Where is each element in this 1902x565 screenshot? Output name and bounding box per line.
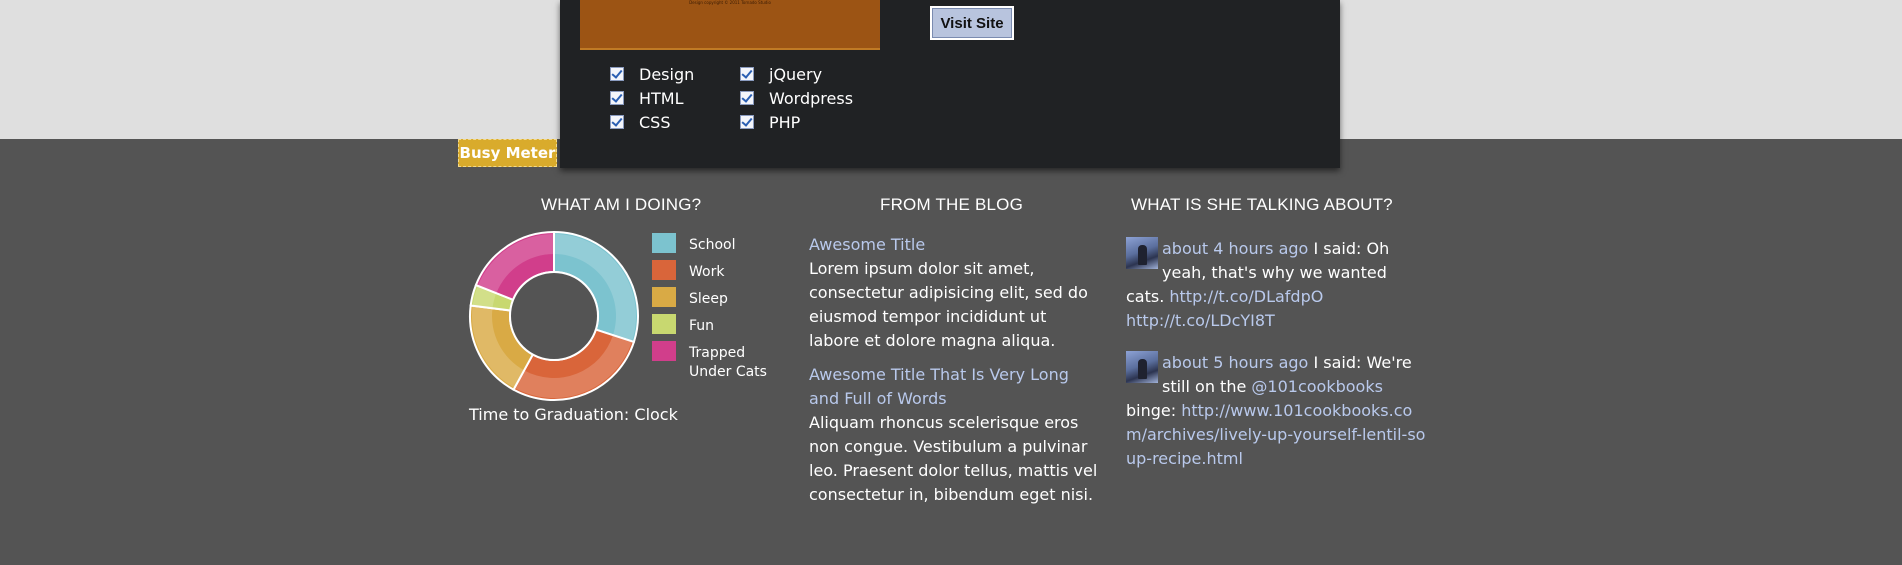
- tweet-text: binge:: [1126, 401, 1177, 420]
- skill-item: PHP: [740, 110, 853, 134]
- legend-label: Work: [689, 264, 725, 280]
- tweet: about 4 hours ago I said: Oh yeah, that'…: [1126, 237, 1426, 333]
- tweet-link[interactable]: http://t.co/DLafdpO: [1169, 287, 1323, 306]
- legend-label: Trapped Under Cats: [689, 345, 767, 380]
- skill-item: jQuery: [740, 62, 853, 86]
- checkbox-icon: [610, 91, 624, 105]
- blog-post-excerpt: Lorem ipsum dolor sit amet, consectetur …: [809, 259, 1088, 350]
- preview-caption: Design copyright © 2011 Tornado Studio: [689, 0, 771, 5]
- legend-item: Trapped Under Cats: [652, 341, 769, 382]
- checkbox-icon: [610, 67, 624, 81]
- legend-swatch: [652, 287, 676, 307]
- skill-label: HTML: [639, 88, 684, 108]
- legend-swatch: [652, 314, 676, 334]
- blog-post-excerpt: Aliquam rhoncus scelerisque eros non con…: [809, 413, 1098, 504]
- tweets-title: What is she talking about?: [1131, 195, 1393, 214]
- mention-link[interactable]: @101cookbooks: [1251, 377, 1383, 396]
- tweet-timestamp-link[interactable]: about 5 hours ago: [1162, 353, 1308, 372]
- busy-meter-tab[interactable]: Busy Meter: [458, 139, 557, 167]
- skill-item: HTML: [610, 86, 694, 110]
- legend-item: School: [652, 233, 769, 255]
- checkbox-icon: [610, 115, 624, 129]
- avatar[interactable]: [1126, 351, 1158, 383]
- skill-label: PHP: [769, 112, 801, 132]
- time-donut-chart: [469, 230, 639, 401]
- legend-item: Work: [652, 260, 769, 282]
- legend-item: Fun: [652, 314, 769, 336]
- doing-title: What am I doing?: [541, 195, 702, 214]
- skill-item: CSS: [610, 110, 694, 134]
- blog-post-title[interactable]: Awesome Title That Is Very Long and Full…: [809, 363, 1099, 411]
- blog-title: From the Blog: [880, 195, 1024, 214]
- skill-item: Wordpress: [740, 86, 853, 110]
- avatar[interactable]: [1126, 237, 1158, 269]
- blog-post-title[interactable]: Awesome Title: [809, 233, 1099, 257]
- checkbox-icon: [740, 115, 754, 129]
- tweet-said: I said:: [1313, 239, 1362, 258]
- portfolio-item-panel: Design copyright © 2011 Tornado Studio V…: [560, 0, 1340, 168]
- visit-site-button[interactable]: Visit Site: [930, 6, 1014, 40]
- blog-posts: Awesome Title Lorem ipsum dolor sit amet…: [809, 233, 1099, 517]
- skill-label: jQuery: [769, 64, 823, 84]
- tweet-timestamp-link[interactable]: about 4 hours ago: [1162, 239, 1308, 258]
- skill-label: Design: [639, 64, 695, 84]
- legend-swatch: [652, 233, 676, 253]
- legend-label: Fun: [689, 318, 715, 334]
- site-preview-image[interactable]: Design copyright © 2011 Tornado Studio: [580, 0, 880, 50]
- graduation-caption: Time to Graduation: Clock: [469, 405, 678, 424]
- tweet: about 5 hours ago I said: We're still on…: [1126, 351, 1426, 471]
- tweet-list: about 4 hours ago I said: Oh yeah, that'…: [1126, 237, 1426, 489]
- donut-hole: [509, 271, 599, 361]
- chart-legend: School Work Sleep Fun Trapped Under Cats: [652, 233, 769, 387]
- skills-list-left: Design HTML CSS: [610, 62, 694, 134]
- skill-label: CSS: [639, 112, 671, 132]
- skill-item: Design: [610, 62, 694, 86]
- legend-label: School: [689, 237, 736, 253]
- tweet-said: I said:: [1313, 353, 1362, 372]
- legend-label: Sleep: [689, 291, 728, 307]
- checkbox-icon: [740, 67, 754, 81]
- legend-item: Sleep: [652, 287, 769, 309]
- skill-label: Wordpress: [769, 88, 854, 108]
- skills-list-right: jQuery Wordpress PHP: [740, 62, 853, 134]
- checkbox-icon: [740, 91, 754, 105]
- legend-swatch: [652, 260, 676, 280]
- legend-swatch: [652, 341, 676, 361]
- tweet-link[interactable]: http://t.co/LDcYI8T: [1126, 311, 1275, 330]
